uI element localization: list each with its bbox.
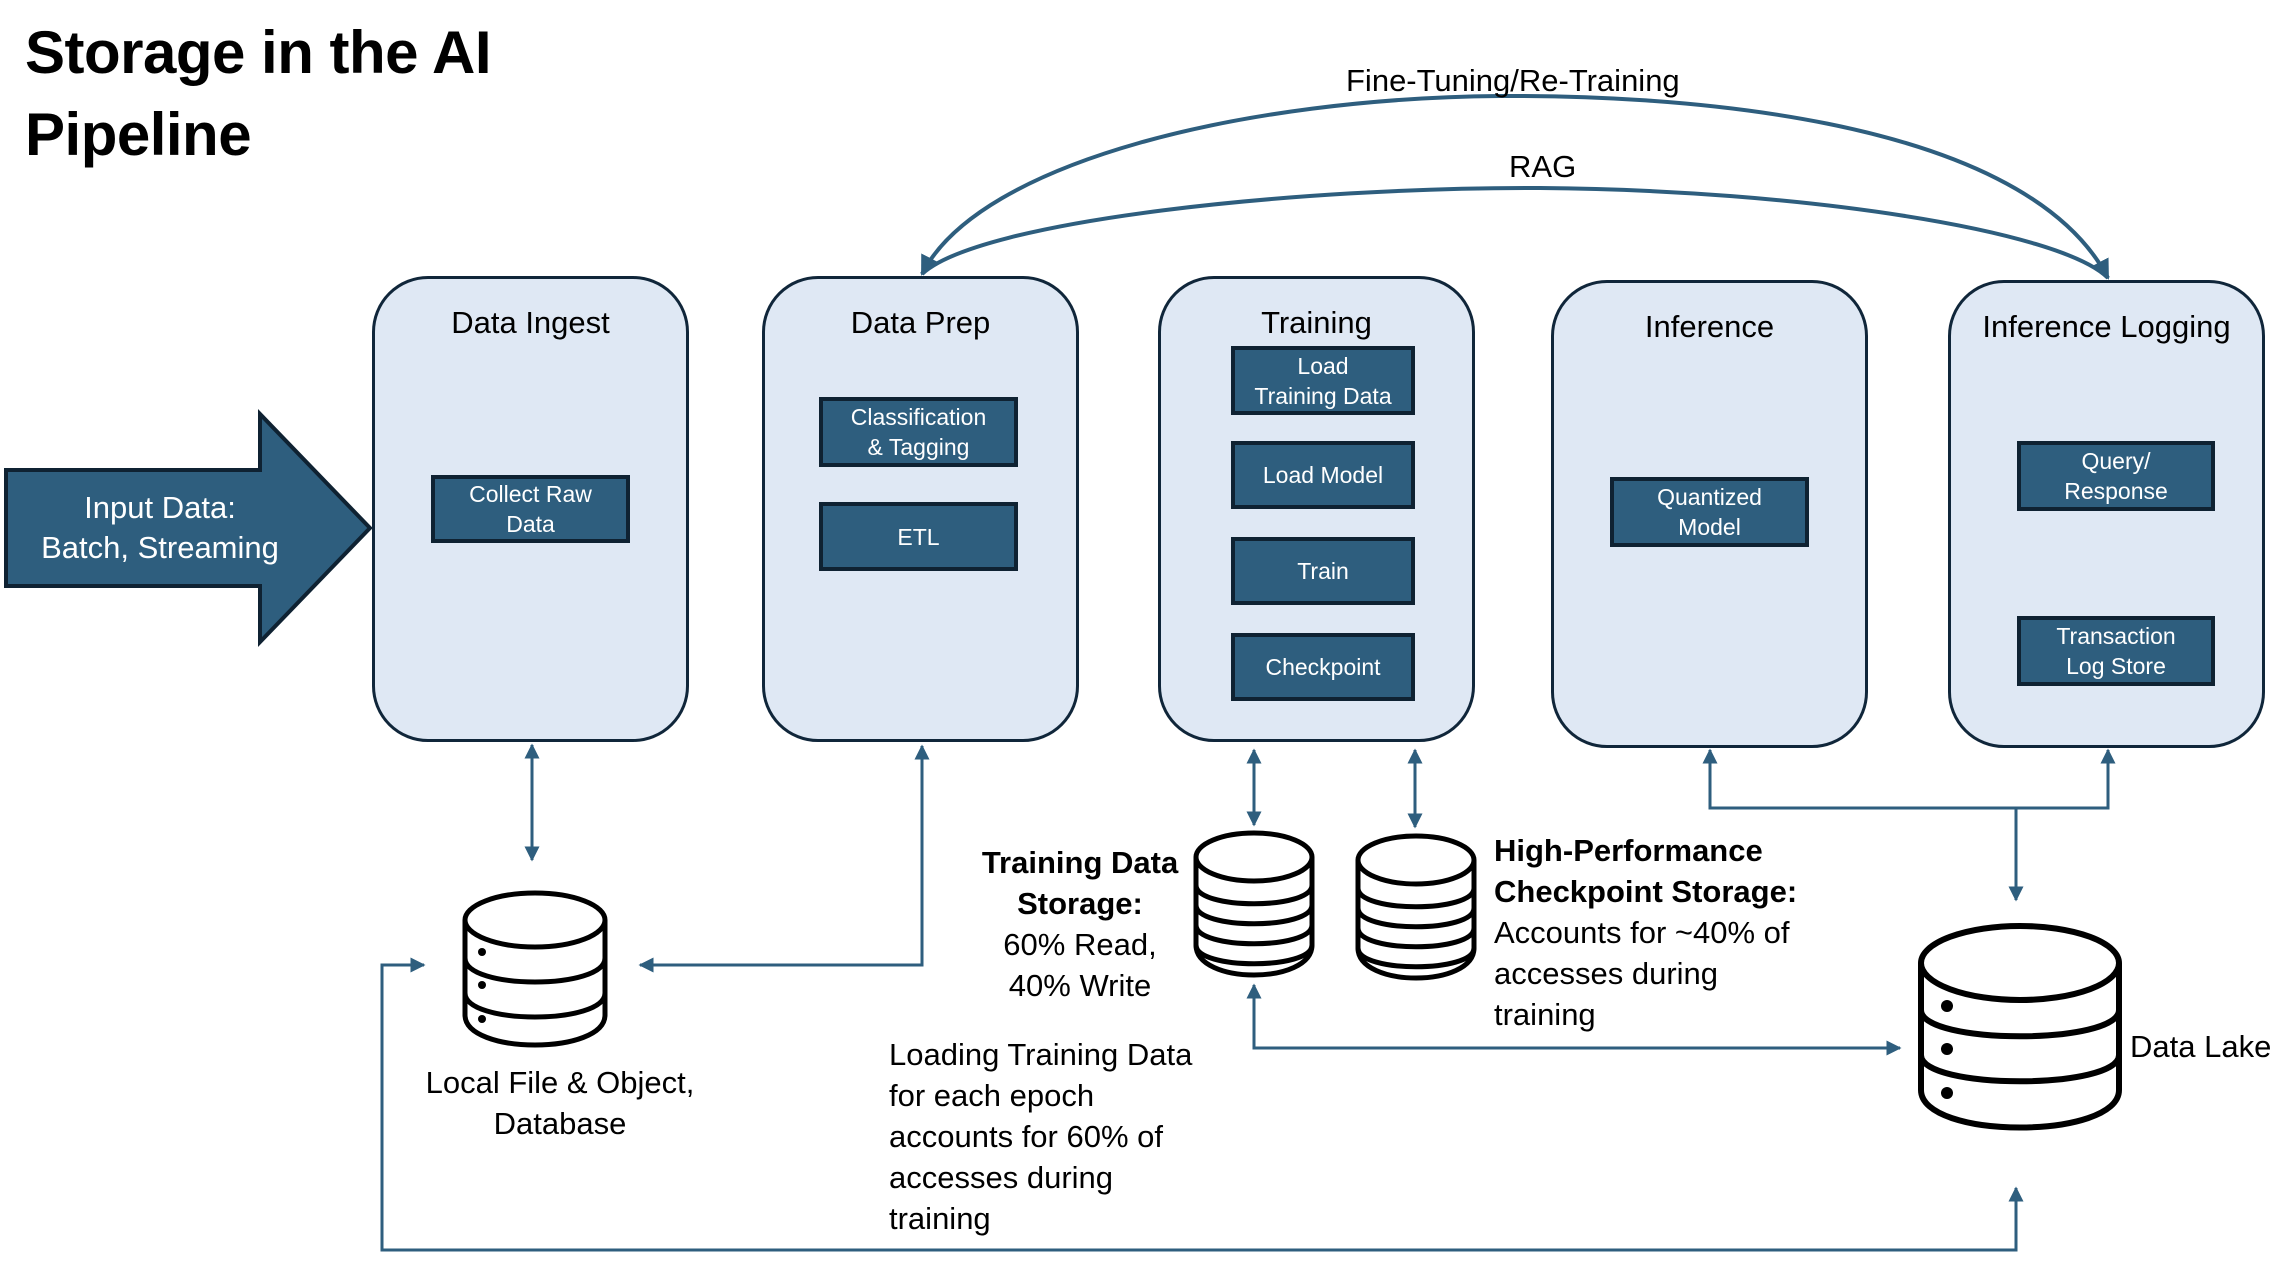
step-collect-raw-data: Collect Raw Data (431, 475, 630, 543)
step-classification-tagging: Classification & Tagging (819, 397, 1018, 467)
training-data-storage-title: Training Data Storage: (981, 845, 1179, 921)
local-storage-database-icon (462, 890, 608, 1048)
local-storage-label: Local File & Object, Database (425, 1065, 695, 1141)
stage-title: Data Ingest (451, 305, 610, 340)
rag-loop-arrow (920, 185, 2110, 280)
step-train: Train (1231, 537, 1415, 605)
rag-label: RAG (1509, 149, 1577, 184)
checkpoint-storage-detail: Accounts for ~40% of accesses during tra… (1494, 915, 1790, 1032)
step-load-training-data: Load Training Data (1231, 346, 1415, 415)
stage-title: Training (1261, 305, 1372, 340)
stage-title: Data Prep (850, 305, 991, 340)
step-transaction-log-store: Transaction Log Store (2017, 616, 2215, 686)
step-load-model: Load Model (1231, 441, 1415, 509)
step-etl: ETL (819, 502, 1018, 571)
input-data-label: Input Data: Batch, Streaming (41, 490, 279, 565)
inference-data-lake-bus (1702, 748, 2116, 810)
training-data-storage-icon (1193, 830, 1315, 978)
step-quantized-model: Quantized Model (1610, 477, 1809, 547)
data-lake-label: Data Lake (2130, 1029, 2272, 1064)
dataprep-local-storage-arrow (638, 744, 930, 973)
stage-title: Inference Logging (1982, 309, 2231, 344)
checkpoint-storage-title: High-Performance Checkpoint Storage: (1494, 833, 1798, 909)
checkpoint-storage-icon (1355, 833, 1477, 981)
training-data-storage-detail: 60% Read, 40% Write (1003, 927, 1157, 1003)
step-query-response: Query/ Response (2017, 441, 2215, 511)
data-lake-database-icon (1918, 923, 2122, 1131)
fine-tuning-label: Fine-Tuning/Re-Training (1346, 63, 1680, 98)
page-title: Storage in the AI Pipeline (25, 19, 492, 168)
stage-title: Inference (1644, 309, 1775, 344)
step-checkpoint: Checkpoint (1231, 633, 1415, 701)
loading-training-data-note: Loading Training Data for each epoch acc… (889, 1037, 1193, 1236)
